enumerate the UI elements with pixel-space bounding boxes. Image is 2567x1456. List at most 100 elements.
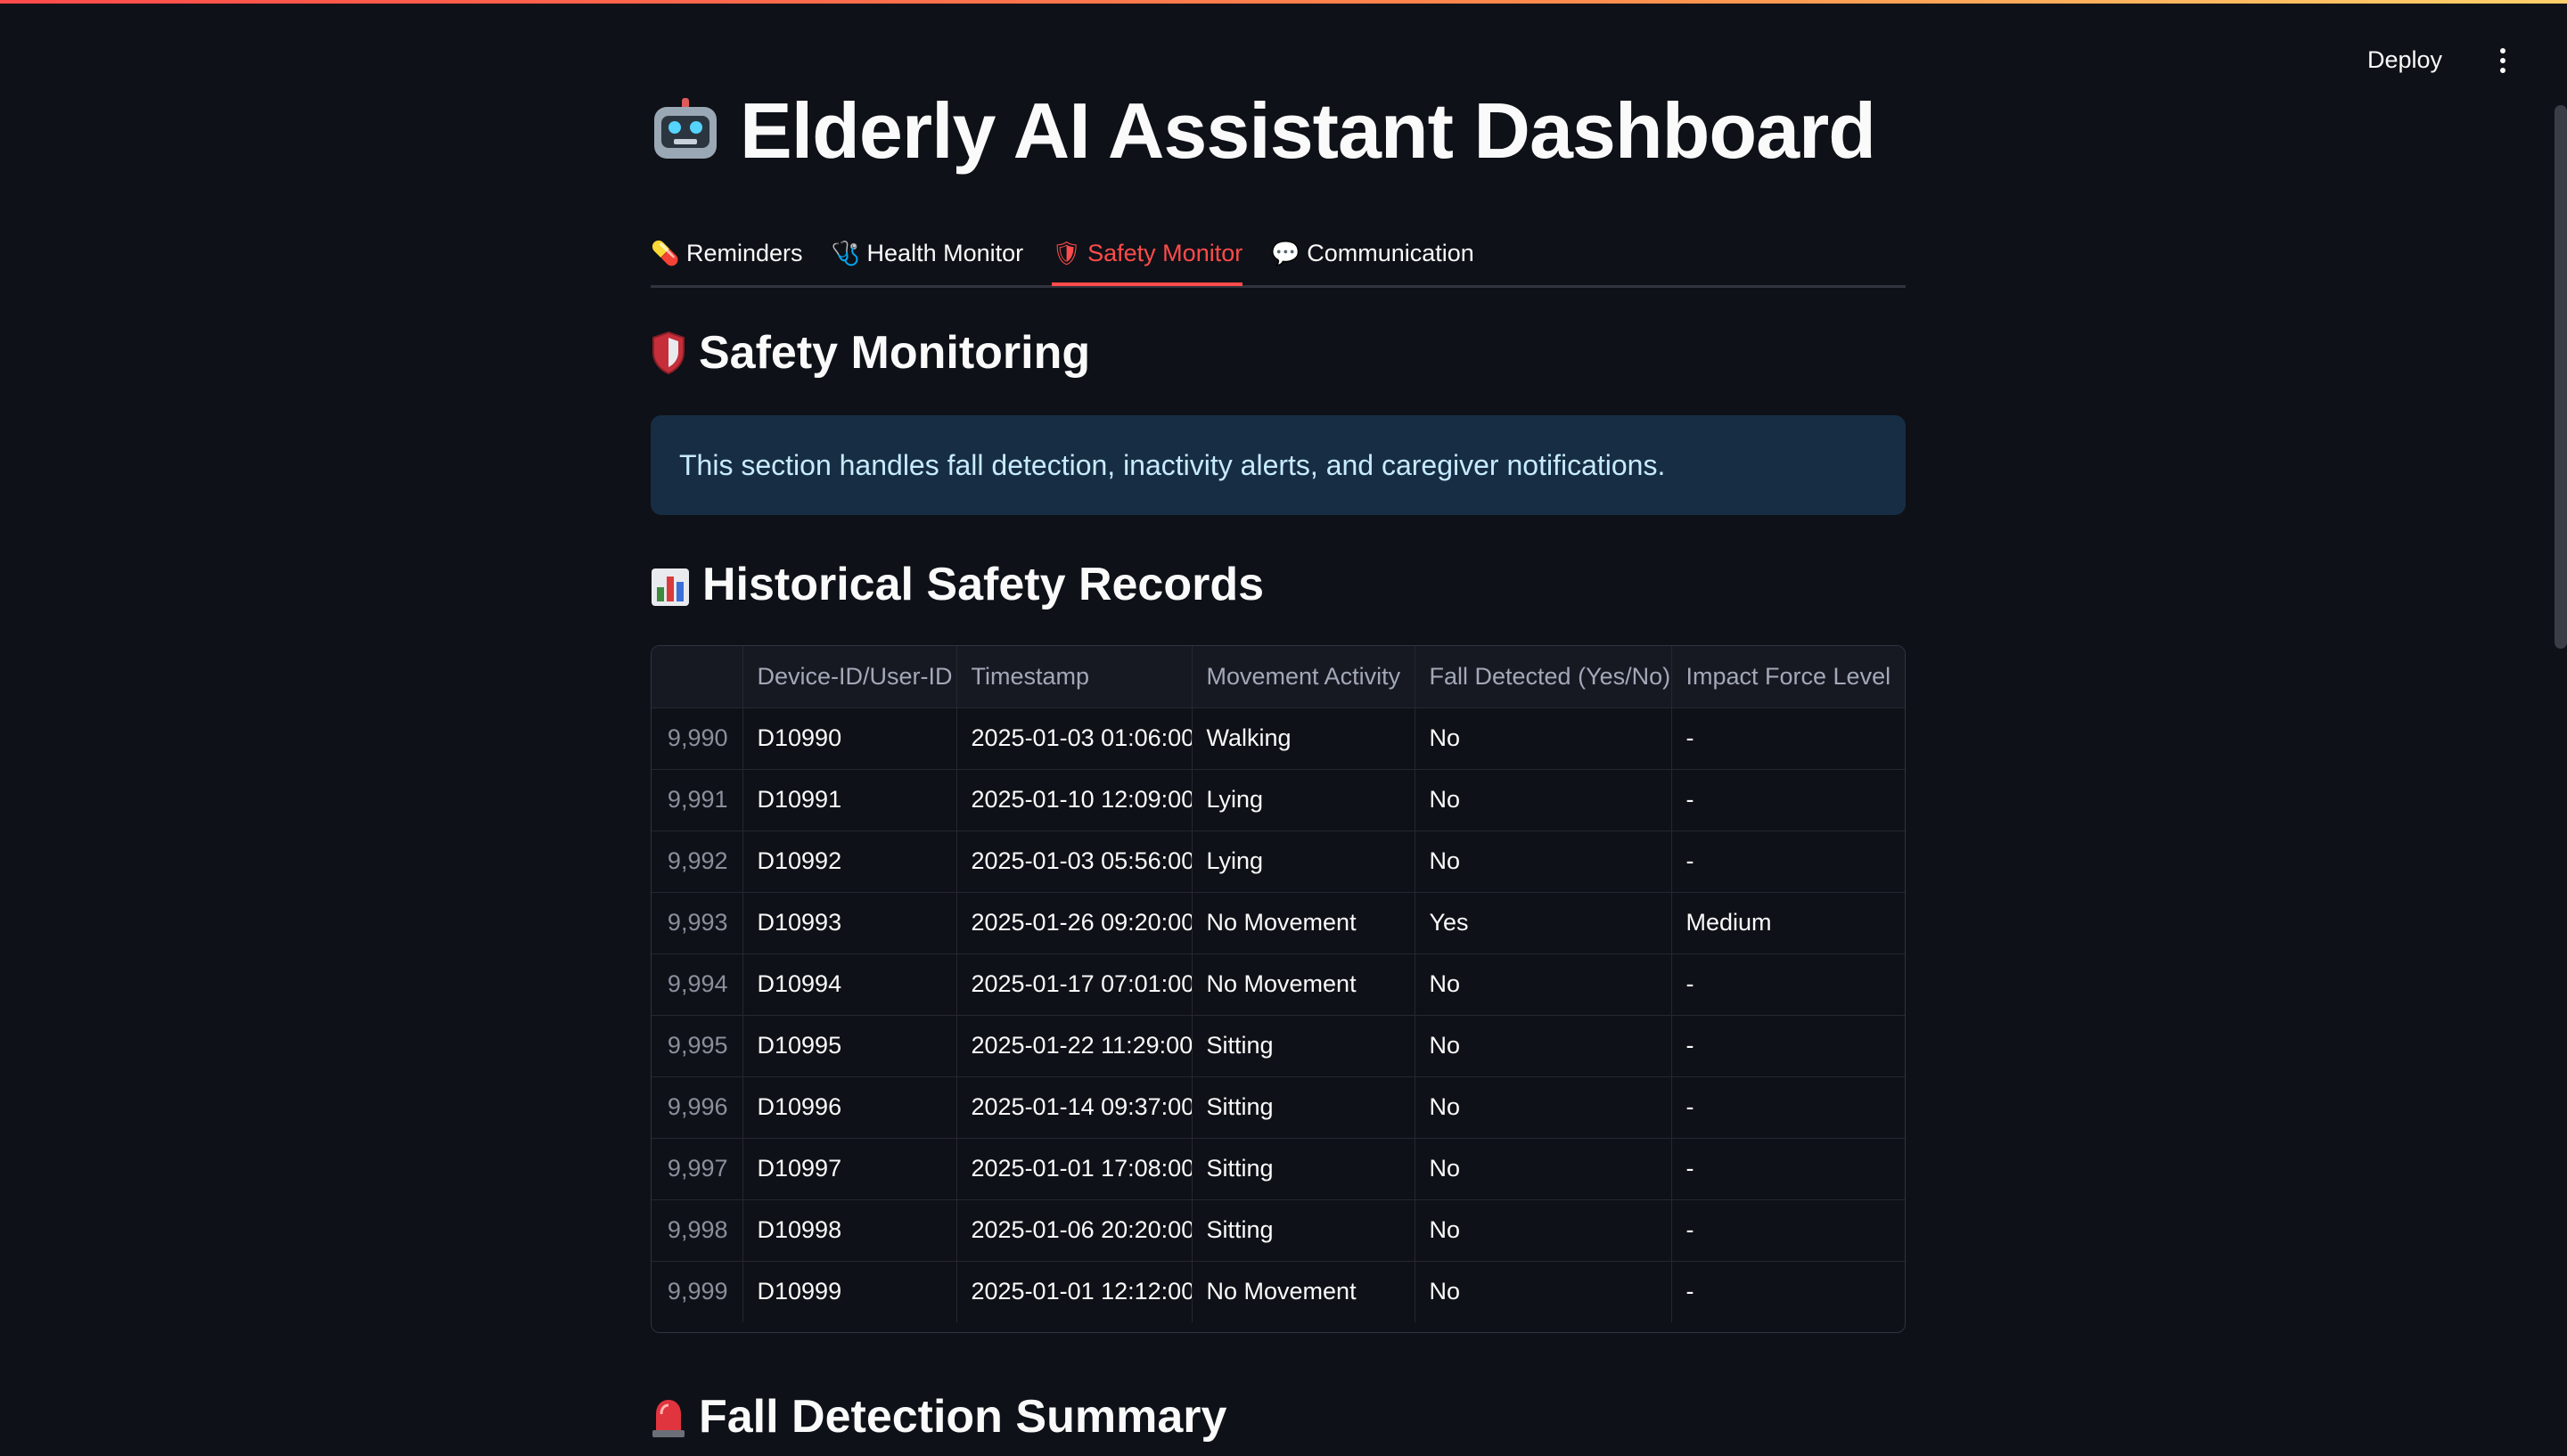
section-title: Fall Detection Summary [699,1391,1227,1443]
kebab-menu-icon[interactable] [2492,43,2514,78]
row-index: 9,995 [652,1015,743,1077]
cell-device-id: D10990 [742,708,957,770]
page-title-text: Elderly AI Assistant Dashboard [740,86,1876,175]
cell-impact-force: - [1671,1138,1905,1200]
tab-label: Health Monitor [866,239,1024,266]
cell-fall-detected: No [1415,1199,1672,1262]
cell-fall-detected: No [1415,1076,1672,1139]
cell-movement: Lying [1192,769,1415,831]
row-index: 9,991 [652,769,743,831]
cell-timestamp: 2025-01-10 12:09:00 [956,769,1193,831]
row-index: 9,992 [652,830,743,893]
table-row[interactable]: 9,990 D10990 2025-01-03 01:06:00 Walking… [652,708,1905,770]
cell-timestamp: 2025-01-26 09:20:00 [956,892,1193,954]
robot-icon [651,98,720,164]
cell-movement: Sitting [1192,1199,1415,1262]
cell-impact-force: - [1671,1261,1905,1322]
row-index: 9,990 [652,708,743,770]
cell-device-id: D10996 [742,1076,957,1139]
cell-movement: Lying [1192,830,1415,893]
cell-fall-detected: Yes [1415,892,1672,954]
deploy-button[interactable]: Deploy [2357,39,2453,81]
cell-movement: No Movement [1192,892,1415,954]
column-header-device-id[interactable]: Device-ID/User-ID [742,646,957,708]
pill-icon: 💊 [651,239,680,266]
cell-device-id: D10992 [742,830,957,893]
table-row[interactable]: 9,998 D10998 2025-01-06 20:20:00 Sitting… [652,1199,1905,1262]
cell-movement: No Movement [1192,953,1415,1016]
cell-timestamp: 2025-01-01 17:08:00 [956,1138,1193,1200]
row-index: 9,996 [652,1076,743,1139]
row-index: 9,998 [652,1199,743,1262]
tab-bar: 💊 Reminders 🩺 Health Monitor 🛡 Safety Mo… [651,223,1906,288]
top-accent-bar [0,0,2567,4]
cell-fall-detected: No [1415,1015,1672,1077]
tab-safety-monitor[interactable]: 🛡 Safety Monitor [1052,223,1243,286]
column-header-impact-force[interactable]: Impact Force Level [1671,646,1905,708]
tab-health-monitor[interactable]: 🩺 Health Monitor [832,223,1024,283]
table-row[interactable]: 9,997 D10997 2025-01-01 17:08:00 Sitting… [652,1138,1905,1200]
cell-impact-force: Medium [1671,892,1905,954]
tab-label: Reminders [686,239,803,266]
row-index: 9,997 [652,1138,743,1200]
table-row[interactable]: 9,996 D10996 2025-01-14 09:37:00 Sitting… [652,1076,1905,1139]
siren-icon [651,1395,686,1439]
cell-impact-force: - [1671,1199,1905,1262]
safety-records-table[interactable]: Device-ID/User-ID Timestamp Movement Act… [651,645,1906,1333]
cell-impact-force: - [1671,708,1905,770]
cell-movement: Sitting [1192,1076,1415,1139]
column-header-timestamp[interactable]: Timestamp [956,646,1193,708]
cell-device-id: D10997 [742,1138,957,1200]
stethoscope-icon: 🩺 [831,239,860,266]
table-row[interactable]: 9,993 D10993 2025-01-26 09:20:00 No Move… [652,892,1905,954]
row-index: 9,993 [652,892,743,954]
table-row[interactable]: 9,995 D10995 2025-01-22 11:29:00 Sitting… [652,1015,1905,1077]
cell-device-id: D10995 [742,1015,957,1077]
cell-device-id: D10994 [742,953,957,1016]
cell-fall-detected: No [1415,769,1672,831]
cell-movement: Sitting [1192,1138,1415,1200]
header-actions: Deploy [2357,39,2514,81]
shield-icon: 🛡 [1052,239,1082,266]
bar-chart-icon [651,565,690,606]
tab-label: Communication [1307,239,1474,266]
table-row[interactable]: 9,994 D10994 2025-01-17 07:01:00 No Move… [652,953,1905,1016]
cell-fall-detected: No [1415,953,1672,1016]
column-header-fall-detected[interactable]: Fall Detected (Yes/No) [1415,646,1672,708]
row-index: 9,994 [652,953,743,1016]
cell-device-id: D10999 [742,1261,957,1322]
cell-device-id: D10991 [742,769,957,831]
cell-device-id: D10998 [742,1199,957,1262]
shield-icon [651,331,686,375]
safety-monitoring-heading: Safety Monitoring [651,326,1090,380]
cell-impact-force: - [1671,769,1905,831]
historical-records-heading: Historical Safety Records [651,558,1264,611]
cell-timestamp: 2025-01-06 20:20:00 [956,1199,1193,1262]
column-header-movement-activity[interactable]: Movement Activity [1192,646,1415,708]
tab-label: Safety Monitor [1087,239,1243,266]
cell-fall-detected: No [1415,830,1672,893]
section-title: Safety Monitoring [699,327,1091,379]
fall-summary-heading: Fall Detection Summary [651,1390,1226,1444]
cell-fall-detected: No [1415,708,1672,770]
tab-communication[interactable]: 💬 Communication [1271,223,1474,283]
row-index: 9,999 [652,1261,743,1322]
cell-fall-detected: No [1415,1261,1672,1322]
table-row[interactable]: 9,991 D10991 2025-01-10 12:09:00 Lying N… [652,769,1905,831]
table-header-row: Device-ID/User-ID Timestamp Movement Act… [652,646,1905,708]
cell-timestamp: 2025-01-03 01:06:00 [956,708,1193,770]
cell-impact-force: - [1671,1015,1905,1077]
cell-timestamp: 2025-01-17 07:01:00 [956,953,1193,1016]
page-title: Elderly AI Assistant Dashboard [651,86,1876,176]
info-alert: This section handles fall detection, ina… [651,415,1906,515]
cell-movement: Sitting [1192,1015,1415,1077]
table-row[interactable]: 9,992 D10992 2025-01-03 05:56:00 Lying N… [652,830,1905,893]
page-scrollbar[interactable] [2555,105,2567,649]
column-header-index[interactable] [652,646,743,708]
cell-movement: No Movement [1192,1261,1415,1322]
cell-timestamp: 2025-01-01 12:12:00 [956,1261,1193,1322]
table-row[interactable]: 9,999 D10999 2025-01-01 12:12:00 No Move… [652,1261,1905,1322]
tab-reminders[interactable]: 💊 Reminders [651,223,803,283]
cell-timestamp: 2025-01-22 11:29:00 [956,1015,1193,1077]
cell-timestamp: 2025-01-14 09:37:00 [956,1076,1193,1139]
